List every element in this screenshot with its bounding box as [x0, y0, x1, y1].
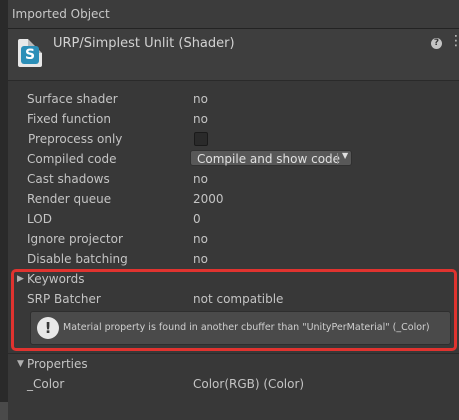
object-header: S URP/Simplest Unlit (Shader) ? ⋮: [8, 29, 459, 81]
property-row-surface-shader: Surface shader no: [8, 89, 459, 109]
properties-section-label: Properties: [27, 357, 88, 371]
property-value: no: [193, 172, 208, 186]
property-row-cast-shadows: Cast shadows no: [8, 169, 459, 189]
property-value: no: [193, 252, 208, 266]
shader-letter-icon: S: [21, 46, 39, 64]
left-edge-strip: [0, 0, 8, 420]
property-label: Compiled code: [27, 152, 117, 166]
property-row-preprocess-only: Preprocess only: [8, 129, 459, 149]
compile-and-show-code-button[interactable]: Compile and show code ▼: [190, 150, 352, 166]
srp-batcher-value: not compatible: [193, 292, 284, 306]
property-value: 0: [193, 212, 201, 226]
keywords-foldout[interactable]: ▶ Keywords: [8, 269, 459, 289]
property-label: Disable batching: [27, 252, 128, 266]
help-icon[interactable]: ?: [431, 38, 442, 49]
inspector-panel: Imported Object S URP/Simplest Unlit (Sh…: [8, 0, 459, 420]
property-row-render-queue: Render queue 2000: [8, 189, 459, 209]
warning-icon: !: [37, 317, 59, 339]
property-value: 2000: [193, 192, 224, 206]
warning-helpbox: ! Material property is found in another …: [30, 311, 451, 345]
property-label: Ignore projector: [27, 232, 123, 246]
properties-foldout[interactable]: ▼ Properties: [8, 354, 459, 374]
property-label: Render queue: [27, 192, 112, 206]
left-edge-marker: [0, 402, 8, 420]
property-row-lod: LOD 0: [8, 209, 459, 229]
shader-property-row-color: _Color Color(RGB) (Color): [8, 374, 459, 394]
property-label: Preprocess only: [28, 132, 123, 146]
object-title: URP/Simplest Unlit (Shader): [53, 36, 235, 51]
srp-batcher-row: SRP Batcher not compatible: [8, 289, 459, 309]
property-label: Surface shader: [27, 92, 118, 106]
collapsed-triangle-icon[interactable]: ▶: [17, 274, 24, 284]
shader-property-type: Color(RGB) (Color): [193, 377, 305, 391]
srp-batcher-label: SRP Batcher: [27, 292, 101, 306]
property-value: no: [193, 232, 208, 246]
property-label: Cast shadows: [27, 172, 110, 186]
shader-file-icon: S: [18, 39, 42, 67]
preprocess-only-checkbox[interactable]: [194, 132, 208, 146]
inspector-titlebar: Imported Object: [8, 0, 459, 29]
property-row-ignore-projector: Ignore projector no: [8, 229, 459, 249]
keywords-label: Keywords: [27, 272, 85, 286]
property-row-fixed-function: Fixed function no: [8, 109, 459, 129]
property-value: no: [193, 112, 208, 126]
button-separator: [337, 153, 338, 164]
warning-message: Material property is found in another cb…: [63, 322, 430, 333]
property-value: no: [193, 92, 208, 106]
shader-property-name: _Color: [27, 377, 65, 391]
kebab-menu-icon[interactable]: ⋮: [449, 34, 459, 48]
expanded-triangle-icon[interactable]: ▼: [17, 359, 24, 369]
dropdown-arrow-icon[interactable]: ▼: [342, 151, 348, 160]
window-title: Imported Object: [12, 7, 110, 21]
property-label: Fixed function: [27, 112, 111, 126]
property-row-disable-batching: Disable batching no: [8, 249, 459, 269]
property-label: LOD: [27, 212, 52, 226]
compile-button-label: Compile and show code: [197, 152, 341, 166]
property-row-compiled-code: Compiled code Compile and show code ▼: [8, 149, 459, 169]
